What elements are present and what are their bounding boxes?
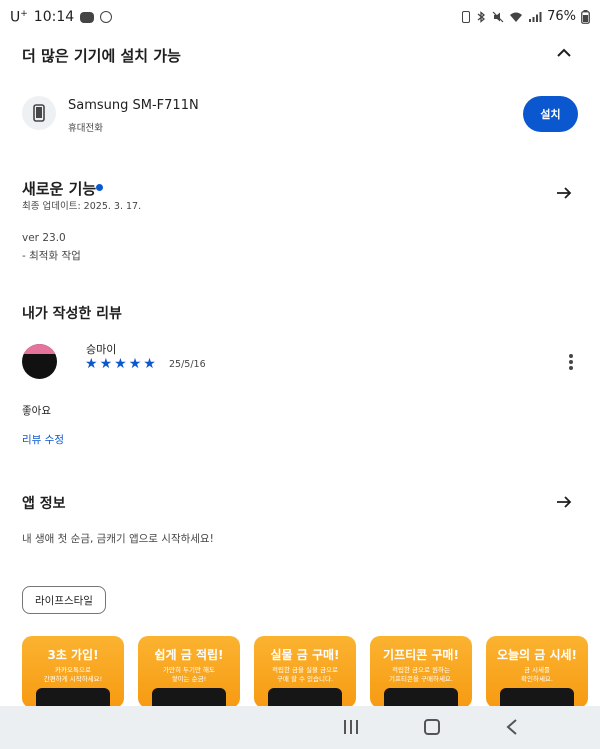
chevron-up-icon[interactable]	[556, 48, 572, 58]
wifi-icon	[510, 12, 523, 22]
screenshot-card[interactable]: 쉽게 금 적립! 가만히 두기만 해도 쌓이는 순금!	[138, 636, 240, 708]
screenshot-title: 기프티콘 구매!	[383, 648, 459, 662]
status-left: U+ 10:14	[10, 9, 113, 26]
status-bar: U+ 10:14 76%	[0, 0, 600, 36]
mute-icon	[492, 11, 504, 22]
whats-new-title: 새로운 기능	[22, 180, 97, 198]
screenshot-subtitle: 적립한 금을 실물 금으로 구매 할 수 있습니다.	[272, 666, 338, 683]
screenshot-title: 실물 금 구매!	[270, 648, 340, 662]
note-line: - 최적화 작업	[22, 250, 81, 262]
screenshot-carousel[interactable]: 3초 가입! 카카오톡으로 간편하게 시작하세요! 쉽게 금 적립! 가만히 두기…	[22, 636, 600, 708]
phone-mockup	[500, 688, 574, 708]
status-right: 76%	[462, 9, 590, 24]
star-icon: ★	[99, 356, 113, 372]
screenshot-subtitle: 금 시세를 확인하세요.	[521, 666, 553, 683]
device-row: Samsung SM-F711N 휴대전화 설치	[0, 88, 600, 144]
app-description: 내 생애 첫 순금, 금캐기 앱으로 시작하세요!	[22, 533, 214, 545]
screenshot-card[interactable]: 3초 가입! 카카오톡으로 간편하게 시작하세요!	[22, 636, 124, 708]
phone-mockup	[268, 688, 342, 708]
new-indicator-dot	[96, 184, 103, 191]
avatar-accent	[22, 344, 57, 354]
back-icon[interactable]	[505, 719, 519, 735]
device-name: Samsung SM-F711N	[68, 98, 199, 113]
screenshot-subtitle: 적립한 금으로 원하는 기프티콘을 구매하세요.	[389, 666, 453, 683]
release-notes: ver 23.0 - 최적화 작업	[22, 229, 81, 265]
screenshot-title: 쉽게 금 적립!	[154, 648, 224, 662]
screenshot-subtitle: 카카오톡으로 간편하게 시작하세요!	[43, 666, 103, 683]
battery-icon	[581, 9, 590, 24]
phone-mockup	[36, 688, 110, 708]
phone-mockup	[152, 688, 226, 708]
screenshot-card[interactable]: 기프티콘 구매! 적립한 금으로 원하는 기프티콘을 구매하세요.	[370, 636, 472, 708]
star-rating: ★ ★ ★ ★ ★	[85, 356, 156, 372]
system-nav-bar	[0, 706, 600, 749]
device-type: 휴대전화	[68, 123, 103, 134]
home-icon[interactable]	[424, 719, 440, 735]
reviewer-name: 승마이	[86, 343, 117, 356]
avatar	[22, 344, 57, 379]
screenshot-card[interactable]: 오늘의 금 시세! 금 시세를 확인하세요.	[486, 636, 588, 708]
phone-mockup	[384, 688, 458, 708]
review-text: 좋아요	[22, 405, 51, 417]
message-icon	[80, 11, 95, 23]
whats-new-header[interactable]: 새로운 기능 최종 업데이트: 2025. 3. 17.	[0, 172, 600, 244]
install-button[interactable]: 설치	[523, 96, 578, 132]
last-updated: 최종 업데이트: 2025. 3. 17.	[22, 201, 142, 212]
review-date: 25/5/16	[169, 359, 206, 370]
edit-review-link[interactable]: 리뷰 수정	[22, 432, 64, 447]
star-icon: ★	[85, 356, 98, 372]
more-vert-icon[interactable]	[568, 354, 574, 370]
app-info-title[interactable]: 앱 정보	[22, 493, 66, 513]
device-icon-circle	[22, 96, 56, 130]
battery-saver-icon	[462, 10, 471, 23]
bluetooth-icon	[477, 10, 486, 23]
version-line: ver 23.0	[22, 232, 66, 244]
alarm-icon	[100, 11, 113, 24]
screenshot-subtitle: 가만히 두기만 해도 쌓이는 순금!	[163, 666, 215, 683]
carrier-label: U+	[10, 9, 28, 26]
star-icon: ★	[128, 356, 142, 372]
arrow-right-icon[interactable]	[556, 186, 572, 200]
battery-percent: 76%	[547, 9, 576, 24]
screenshot-title: 3초 가입!	[47, 648, 99, 662]
my-review-title: 내가 작성한 리뷰	[22, 306, 122, 322]
phone-icon	[33, 104, 45, 122]
screenshot-title: 오늘의 금 시세!	[496, 648, 578, 662]
clock: 10:14	[33, 9, 75, 26]
install-section-title: 더 많은 기기에 설치 가능	[22, 47, 181, 65]
app-info-arrow-icon[interactable]	[556, 495, 572, 509]
star-icon: ★	[143, 356, 156, 372]
recent-apps-icon[interactable]	[344, 720, 358, 734]
screenshot-card[interactable]: 실물 금 구매! 적립한 금을 실물 금으로 구매 할 수 있습니다.	[254, 636, 356, 708]
category-chip[interactable]: 라이프스타일	[22, 586, 106, 614]
install-section-header[interactable]: 더 많은 기기에 설치 가능	[0, 36, 600, 74]
star-icon: ★	[114, 356, 127, 372]
signal-icon	[529, 11, 542, 22]
